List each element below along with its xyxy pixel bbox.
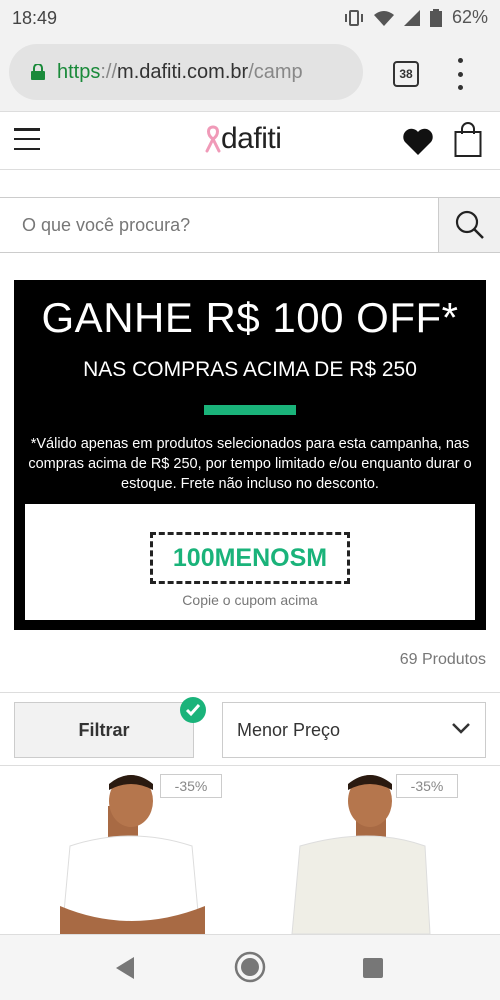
discount-badge: -35% bbox=[396, 774, 458, 798]
chevron-down-icon bbox=[452, 723, 470, 734]
search-bar bbox=[0, 197, 500, 253]
bag-icon[interactable] bbox=[454, 122, 482, 158]
back-icon[interactable] bbox=[112, 955, 136, 981]
sort-select[interactable]: Menor Preço bbox=[222, 702, 486, 758]
url-separator: :// bbox=[100, 60, 118, 83]
filter-button[interactable]: Filtrar bbox=[14, 702, 194, 758]
heart-icon[interactable] bbox=[402, 128, 434, 156]
promo-banner[interactable]: GANHE R$ 100 OFF* NAS COMPRAS ACIMA DE R… bbox=[14, 280, 486, 630]
check-icon bbox=[180, 697, 206, 723]
discount-badge: -35% bbox=[160, 774, 222, 798]
logo-text: dafiti bbox=[221, 122, 282, 155]
sort-selected-label: Menor Preço bbox=[237, 719, 341, 740]
wifi-icon bbox=[373, 10, 394, 26]
product-card[interactable]: -35% bbox=[0, 766, 250, 934]
app-header: dafiti bbox=[0, 112, 500, 170]
promo-terms: *Válido apenas em produtos selecionados … bbox=[28, 436, 472, 492]
recents-icon[interactable] bbox=[362, 957, 384, 979]
coupon-hint: Copie o cupom acima bbox=[182, 592, 318, 608]
product-count: 69 Produtos bbox=[399, 651, 486, 668]
signal-icon bbox=[403, 9, 420, 26]
product-grid: -35% -35% bbox=[0, 766, 500, 934]
product-card[interactable]: -35% bbox=[250, 766, 500, 934]
system-nav-bar bbox=[0, 934, 500, 1000]
home-icon[interactable] bbox=[234, 951, 266, 983]
tab-switcher-button[interactable]: 38 bbox=[393, 61, 419, 87]
browser-menu-button[interactable] bbox=[455, 58, 465, 90]
product-image bbox=[291, 775, 431, 934]
url-path: /camp bbox=[248, 60, 303, 83]
lock-icon bbox=[31, 64, 45, 80]
search-icon bbox=[455, 210, 484, 239]
battery-icon bbox=[429, 8, 442, 27]
promo-headline: GANHE R$ 100 OFF* bbox=[41, 294, 459, 341]
menu-icon[interactable] bbox=[14, 128, 40, 150]
url-host: m.dafiti.com.br bbox=[117, 60, 249, 83]
search-button[interactable] bbox=[438, 198, 500, 252]
promo-subheadline: NAS COMPRAS ACIMA DE R$ 250 bbox=[83, 358, 417, 381]
vibrate-icon bbox=[344, 9, 363, 26]
coupon-code[interactable]: 100MENOSM bbox=[150, 532, 350, 584]
status-bar: 18:49 62% bbox=[0, 0, 500, 36]
search-input[interactable] bbox=[0, 198, 438, 252]
promo-divider bbox=[204, 405, 296, 415]
status-time: 18:49 bbox=[12, 8, 58, 28]
url-bar[interactable]: https://m.dafiti.com.br/camp bbox=[9, 44, 363, 100]
logo[interactable]: dafiti bbox=[205, 122, 282, 156]
browser-toolbar: https://m.dafiti.com.br/camp 38 bbox=[0, 36, 500, 112]
url-scheme: https bbox=[57, 60, 101, 83]
status-icons: 62% bbox=[344, 7, 488, 28]
filter-sort-row: Filtrar Menor Preço bbox=[0, 692, 500, 766]
coupon-box: 100MENOSM Copie o cupom acima bbox=[25, 504, 475, 620]
ribbon-icon bbox=[205, 125, 221, 153]
battery-level: 62% bbox=[451, 7, 488, 27]
